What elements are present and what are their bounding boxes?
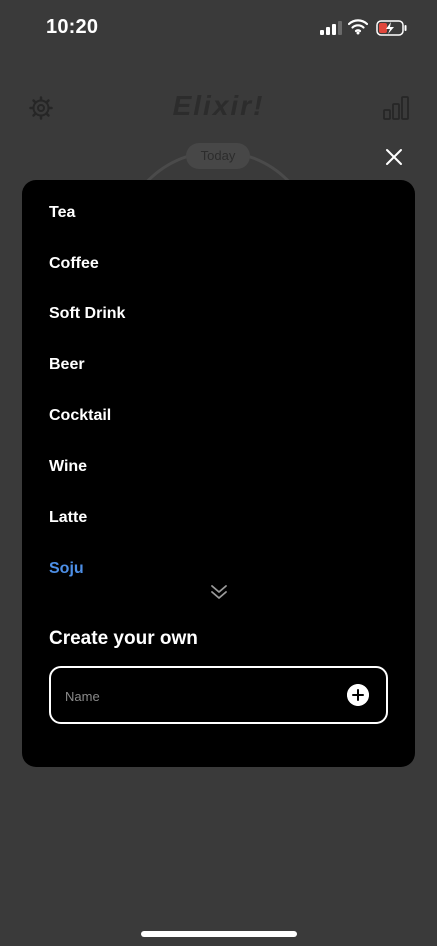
plus-circle-icon[interactable] [347,684,369,706]
signal-icon [320,21,342,35]
app-title: Elixir! [172,90,265,121]
drink-picker-sheet: Tea Coffee Soft Drink Beer Cocktail Wine… [22,180,415,767]
drink-item-coffee[interactable]: Coffee [49,255,99,273]
status-time: 10:20 [46,16,99,38]
bar-chart-icon [383,96,409,120]
status-bar: 10:20 [0,0,437,56]
drink-item-soft-drink[interactable]: Soft Drink [49,305,125,323]
drink-item-cocktail[interactable]: Cocktail [49,407,111,425]
drink-item-latte[interactable]: Latte [49,509,87,527]
drink-item-soju[interactable]: Soju [49,560,84,578]
drink-item-wine[interactable]: Wine [49,458,87,476]
wifi-icon [348,19,368,35]
drink-item-beer[interactable]: Beer [49,356,85,374]
battery-charging-icon [376,20,407,36]
drink-item-tea[interactable]: Tea [49,204,75,222]
today-pill: Today [186,143,250,169]
home-indicator[interactable] [141,931,297,937]
double-chevron-down-icon[interactable] [209,582,229,602]
name-field-container [49,666,388,724]
close-icon[interactable] [383,146,405,168]
create-your-own-title: Create your own [49,628,198,649]
name-input[interactable] [65,686,325,706]
